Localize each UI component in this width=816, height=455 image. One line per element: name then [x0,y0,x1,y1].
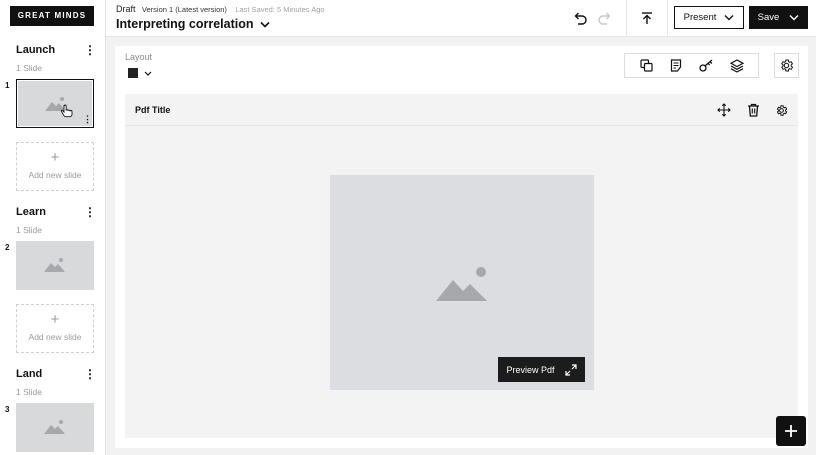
section-menu-icon[interactable]: ⋮ [84,367,96,381]
gear-icon [781,59,793,72]
chevron-down-icon [144,71,152,76]
layout-label: Layout [125,52,153,62]
duplicate-button[interactable] [635,55,657,77]
slide-tools [624,53,759,78]
upload-icon [642,11,652,24]
document-status: Draft Version 1 (Latest version) Last Sa… [116,4,325,14]
preview-pdf-button[interactable]: Preview Pdf [498,357,585,382]
notes-button[interactable] [665,55,687,77]
delete-block-button[interactable] [745,102,761,118]
add-new-slide-button[interactable]: + Add new slide [16,142,94,191]
slide-menu-icon[interactable]: ⋮ [83,115,92,124]
publish-button[interactable] [638,9,656,27]
gear-icon [776,104,787,116]
slide-number: 2 [5,243,10,252]
layers-button[interactable] [726,55,748,77]
slide-settings-button[interactable] [774,53,799,78]
chevron-down-icon [789,15,799,21]
present-label: Present [683,12,717,23]
pdf-block[interactable]: Pdf Title Preview Pdf [125,94,798,438]
layers-icon [729,58,744,73]
section-slide-count: 1 Slide [16,63,42,73]
add-new-slide-button[interactable]: + Add new slide [16,304,94,353]
pdf-preview-placeholder: Preview Pdf [330,175,594,390]
image-placeholder-icon [436,267,487,301]
divider [626,0,627,37]
slide-sidebar: GREAT MINDS Launch ⋮ 1 Slide 1 ⋮ + Add n… [0,0,106,455]
notes-icon [671,59,682,72]
top-bar: Draft Version 1 (Latest version) Last Sa… [106,0,816,37]
divider [667,0,668,37]
slide-number: 3 [5,405,10,414]
answer-key-button[interactable] [696,55,718,77]
great-minds-logo: GREAT MINDS [10,6,94,26]
section-slide-count: 1 Slide [16,225,42,235]
section-title-launch: Launch [16,44,56,56]
slide-thumbnail-2[interactable] [16,241,94,290]
add-slide-label: Add new slide [28,170,82,180]
pdf-title: Pdf Title [135,105,171,115]
document-title: Interpreting correlation [116,17,254,31]
section-menu-icon[interactable]: ⋮ [84,43,96,57]
move-icon [717,103,731,117]
plus-icon: + [50,149,60,166]
slide-number: 1 [5,81,10,90]
redo-button[interactable] [596,9,614,27]
pointer-cursor-icon [61,104,73,118]
key-icon [699,59,713,72]
layout-select[interactable] [128,68,152,78]
expand-icon [564,363,577,376]
preview-pdf-label: Preview Pdf [506,364,555,375]
redo-icon [598,12,611,25]
image-placeholder-icon [44,258,65,272]
chevron-down-icon [259,21,270,28]
chevron-down-icon [724,15,734,21]
section-slide-count: 1 Slide [16,387,42,397]
save-button[interactable]: Save [749,6,808,29]
plus-icon: + [50,311,60,328]
document-title-dropdown[interactable]: Interpreting correlation [116,17,270,31]
layout-color-swatch [128,68,138,78]
slide-thumbnail-3[interactable] [16,403,94,452]
save-label: Save [757,12,780,23]
version-label: Version 1 (Latest version) [141,5,227,14]
image-placeholder-icon [44,420,65,434]
draft-status: Draft [116,4,136,14]
trash-icon [747,103,759,117]
pdf-block-header: Pdf Title [125,94,798,126]
add-block-button[interactable] [776,416,806,446]
section-menu-icon[interactable]: ⋮ [84,205,96,219]
section-title-learn: Learn [16,206,46,218]
move-block-button[interactable] [716,102,732,118]
add-slide-label: Add new slide [28,332,82,342]
section-title-land: Land [16,368,43,380]
slide-thumbnail-1[interactable]: ⋮ [16,79,94,128]
last-saved-label: Last Saved: 5 Minutes Ago [235,5,325,14]
undo-icon [574,12,587,25]
slide-editor-canvas: Layout Pdf Title Preview Pdf [115,46,808,448]
block-settings-button[interactable] [773,102,789,118]
undo-button[interactable] [571,9,589,27]
plus-icon [785,425,797,437]
present-button[interactable]: Present [674,6,744,29]
copy-icon [640,59,653,72]
editor-app: GREAT MINDS Launch ⋮ 1 Slide 1 ⋮ + Add n… [0,0,816,455]
